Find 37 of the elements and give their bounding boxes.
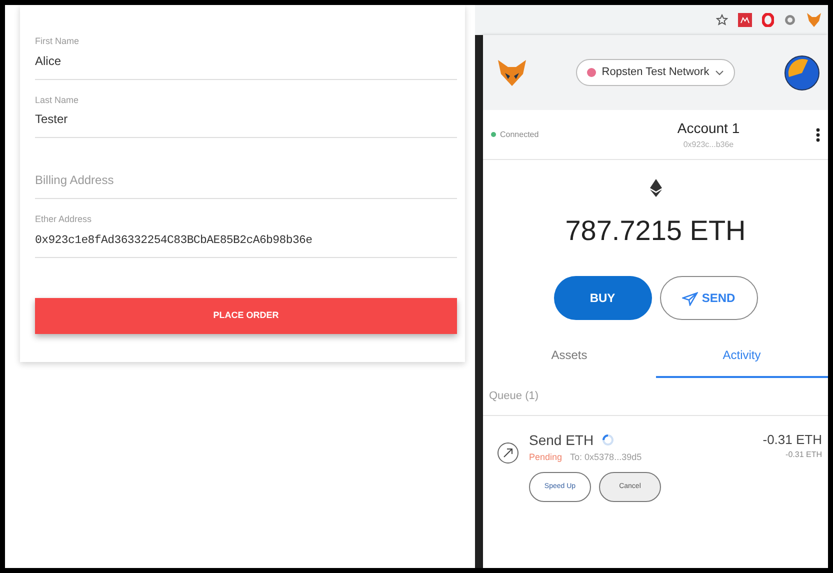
place-order-button[interactable]: PLACE ORDER: [35, 298, 457, 334]
extension-icon[interactable]: [762, 13, 774, 27]
network-status-dot: [586, 68, 596, 77]
account-name[interactable]: Account 1: [601, 118, 816, 139]
fox-icon[interactable]: [806, 12, 822, 28]
send-button[interactable]: SEND: [660, 276, 758, 320]
tab[interactable]: Assets: [483, 336, 656, 378]
input-field[interactable]: Billing Address: [35, 171, 457, 189]
connection-status: Connected: [500, 128, 539, 140]
input-field[interactable]: Alice: [35, 52, 457, 70]
field-label: Last Name: [35, 94, 80, 106]
chevron-down-icon: [715, 70, 724, 76]
extension-icon[interactable]: [738, 13, 752, 27]
star-icon[interactable]: [716, 14, 728, 26]
send-icon: [682, 292, 698, 306]
fiat-amount: -0.31 ETH: [784, 449, 822, 461]
input-field[interactable]: 0x923c1e8fAd36332254C83BCbAE85B2cA6b98b36e: [35, 232, 457, 249]
account-avatar[interactable]: [784, 54, 820, 90]
recipient-address: To: 0x5378...39d5: [570, 450, 642, 464]
more-options-icon[interactable]: [816, 128, 820, 142]
section-heading: Queue (1): [483, 378, 828, 416]
balance-amount: 787.7215 ETH: [564, 214, 747, 248]
field-label: First Name: [35, 35, 80, 48]
field-label: Ether Address: [35, 213, 93, 226]
account-address: 0x923c...b36e: [682, 139, 735, 151]
tab[interactable]: Activity: [656, 336, 828, 378]
buy-button[interactable]: BUY: [554, 276, 652, 320]
status-text: Pending: [529, 450, 562, 464]
transaction-amount: -0.31 ETH: [762, 430, 822, 448]
status-dot: [491, 132, 496, 137]
extension-icon[interactable]: [784, 14, 796, 26]
network-selector[interactable]: Ropsten Test Network: [576, 59, 736, 86]
transaction-title: Send ETH: [529, 430, 594, 450]
ethereum-icon: [650, 178, 662, 197]
spinner-icon: [602, 434, 614, 446]
input-field[interactable]: Tester: [35, 110, 457, 128]
fox-logo: [497, 58, 527, 86]
